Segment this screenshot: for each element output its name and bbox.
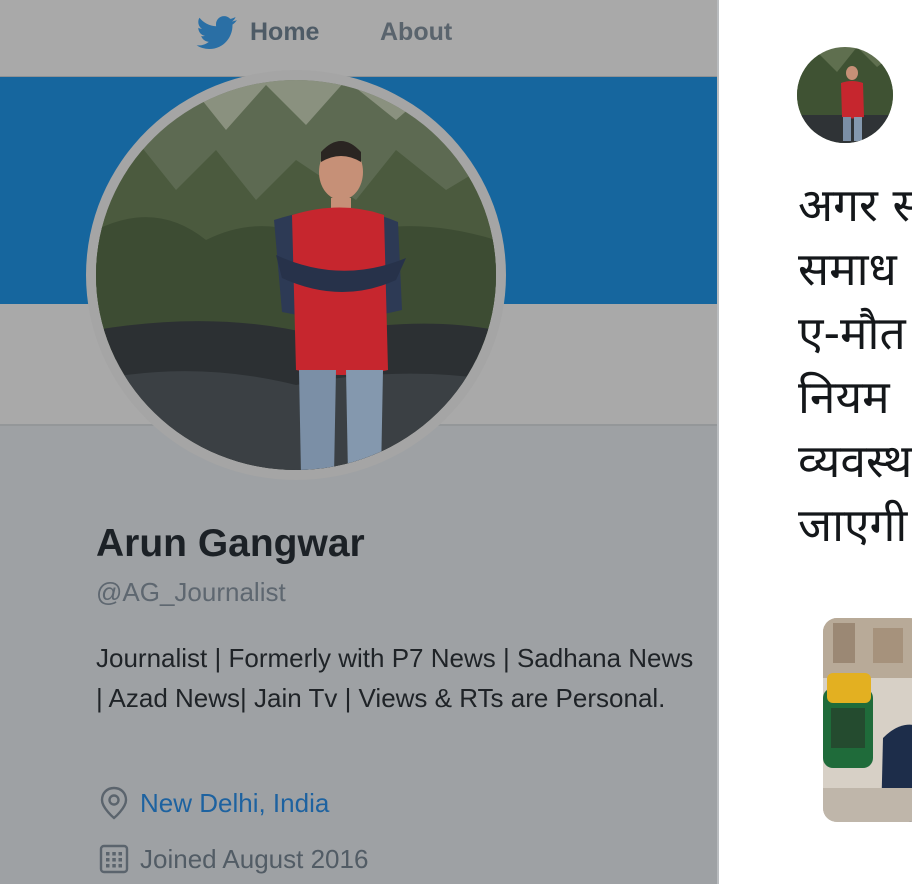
- tweet-media-photo: [823, 618, 912, 822]
- top-nav: Home About: [0, 0, 717, 77]
- profile-panel: Home About Arun Gangwar @AG_Journalist J…: [0, 0, 717, 884]
- tweet-line: अगर स: [798, 178, 912, 232]
- nav-about-link[interactable]: About: [380, 18, 452, 47]
- tweet-line: जाएगी: [798, 498, 908, 552]
- calendar-icon: [99, 844, 129, 874]
- profile-handle[interactable]: @AG_Journalist: [96, 577, 286, 608]
- tweet-author-avatar[interactable]: [797, 47, 893, 143]
- tweet-line: व्यवस्थ: [798, 434, 912, 488]
- tweet-media[interactable]: [823, 618, 912, 822]
- profile-name: Arun Gangwar: [96, 522, 365, 565]
- author-avatar-photo: [797, 47, 893, 143]
- nav-home-link[interactable]: Home: [250, 18, 319, 47]
- tweet-line: ए-मौत: [798, 306, 906, 360]
- profile-avatar[interactable]: [86, 70, 506, 480]
- avatar-photo: [96, 80, 496, 470]
- profile-bio: Journalist | Formerly with P7 News | Sad…: [96, 643, 694, 713]
- location-pin-icon: [100, 786, 128, 820]
- join-date-text: Joined August 2016: [140, 844, 369, 874]
- location-link[interactable]: New Delhi, India: [140, 788, 329, 819]
- tweet-line: नियम: [798, 370, 890, 424]
- tweet-line: समाध: [798, 242, 897, 296]
- twitter-bird-icon[interactable]: [196, 16, 238, 50]
- tweet-text: अगर स समाध ए-मौत नियम व्यवस्थ जाएगी: [798, 173, 912, 557]
- panel-divider: [717, 0, 719, 884]
